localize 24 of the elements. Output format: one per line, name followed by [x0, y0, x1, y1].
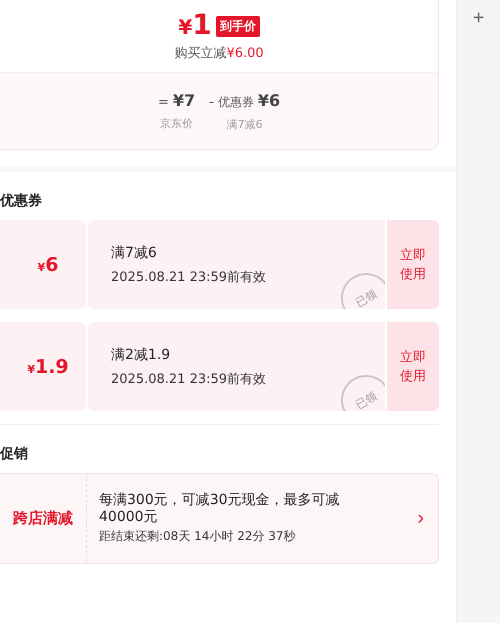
countdown-text: 距结束还剩:08天 14小时 22分 37秒	[99, 528, 297, 545]
final-price: ¥1	[178, 10, 212, 42]
operator: =	[158, 95, 169, 110]
price-badge: 到手价	[216, 16, 260, 36]
use-now-button[interactable]: 立即使用	[387, 220, 440, 309]
breakdown-label: 满7减6	[226, 116, 263, 132]
promotion-description: 每满300元，可减30元现金，最多可减40000元	[99, 492, 341, 526]
promotion-card[interactable]: 跨店满减 每满300元，可减30元现金，最多可减40000元 距结束还剩:08天 14小时 22分 37秒 ›	[0, 473, 440, 564]
breakdown-value: ¥7	[172, 91, 196, 110]
operator: -	[209, 94, 214, 110]
coupon-amount: ¥6	[36, 254, 58, 276]
coupon-amount: ¥1.9	[26, 356, 69, 378]
add-button[interactable]: +	[470, 6, 486, 30]
promotion-label: 跨店满减	[13, 509, 73, 528]
coupon-validity: 2025.08.21 23:59前有效	[111, 268, 268, 286]
coupon-condition: 满7减6	[111, 244, 158, 262]
chevron-button[interactable]: ›	[403, 474, 438, 563]
breakdown-value: ¥6	[258, 90, 280, 110]
breakdown-name: 优惠券	[218, 94, 254, 110]
coupon-validity: 2025.08.21 23:59前有效	[111, 370, 268, 388]
breakdown-label: 京东价	[160, 116, 194, 131]
use-now-button[interactable]: 立即使用	[387, 322, 440, 411]
coupon-condition: 满2减1.9	[111, 346, 172, 364]
saving-text: 购买立减¥6.00	[174, 45, 264, 62]
